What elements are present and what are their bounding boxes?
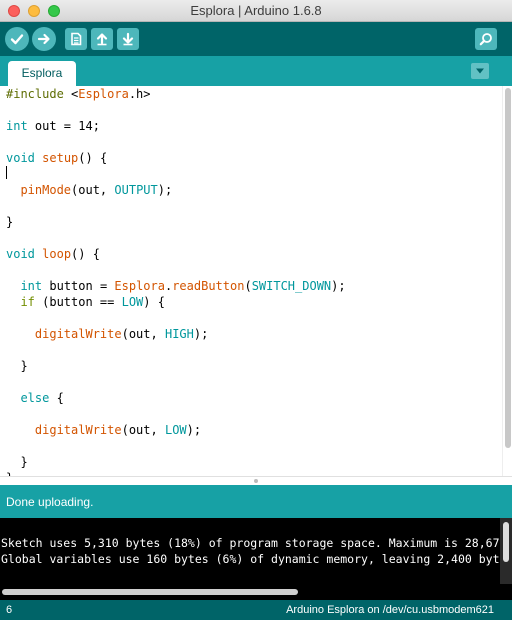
code-editor[interactable]: #include <Esplora.h> int out = 14; void …	[0, 86, 502, 476]
upload-button[interactable]	[32, 27, 56, 51]
arrow-up-icon	[96, 33, 108, 46]
code-line: pinMode(out, OUTPUT);	[20, 183, 173, 197]
code-line: }	[6, 359, 28, 373]
console-text: Sketch uses 5,310 bytes (18%) of program…	[1, 535, 500, 567]
code-line: #include <Esplora.h>	[6, 87, 151, 101]
serial-monitor-button[interactable]	[475, 28, 497, 50]
verify-button[interactable]	[5, 27, 29, 51]
window-title: Esplora | Arduino 1.6.8	[190, 3, 322, 18]
status-bar: 6 Arduino Esplora on /dev/cu.usbmodem621	[0, 600, 512, 620]
code-text: #include <Esplora.h> int out = 14; void …	[6, 86, 346, 476]
code-line: digitalWrite(out, HIGH);	[34, 327, 209, 341]
arrow-right-icon	[37, 33, 50, 45]
toolbar	[0, 22, 512, 56]
board-port-info: Arduino Esplora on /dev/cu.usbmodem621	[286, 604, 494, 616]
editor-vertical-scrollbar[interactable]	[502, 86, 512, 476]
console-hscroll-thumb[interactable]	[2, 589, 298, 595]
code-line: void loop() {	[6, 247, 100, 261]
tab-esplora[interactable]: Esplora	[8, 61, 76, 86]
code-line: if (button == LOW) {	[20, 295, 165, 309]
console-line-1: Sketch uses 5,310 bytes (18%) of program…	[1, 536, 500, 550]
code-line: int button = Esplora.readButton(SWITCH_D…	[20, 279, 346, 293]
code-line: void setup() {	[6, 151, 108, 165]
console-vertical-scrollbar[interactable]	[500, 518, 512, 584]
magnifier-icon	[479, 33, 492, 46]
line-number: 6	[6, 604, 13, 616]
code-line: else {	[20, 391, 64, 405]
new-sketch-button[interactable]	[65, 28, 87, 50]
console-output[interactable]: Sketch uses 5,310 bytes (18%) of program…	[0, 518, 500, 584]
console-horizontal-scrollbar[interactable]	[0, 584, 512, 600]
console-line-2: Global variables use 160 bytes (6%) of d…	[1, 552, 500, 566]
console-vscroll-thumb[interactable]	[503, 522, 509, 562]
divider-grip	[254, 479, 258, 483]
open-sketch-button[interactable]	[91, 28, 113, 50]
text-cursor	[6, 166, 7, 179]
tab-bar: Esplora	[0, 56, 512, 86]
arrow-down-icon	[122, 32, 134, 46]
title-bar: Esplora | Arduino 1.6.8	[0, 0, 512, 22]
code-line: }	[6, 215, 14, 229]
code-line: }	[6, 455, 28, 469]
editor-console-divider[interactable]	[0, 476, 512, 485]
code-line: digitalWrite(out, LOW);	[34, 423, 202, 437]
code-line: int out = 14;	[6, 119, 100, 133]
check-icon	[10, 34, 24, 45]
save-sketch-button[interactable]	[117, 28, 139, 50]
tab-menu-button[interactable]	[471, 63, 489, 79]
status-message: Done uploading.	[0, 485, 512, 518]
editor-scroll-thumb[interactable]	[505, 88, 511, 448]
triangle-down-icon	[476, 68, 484, 74]
new-file-icon	[71, 32, 82, 46]
